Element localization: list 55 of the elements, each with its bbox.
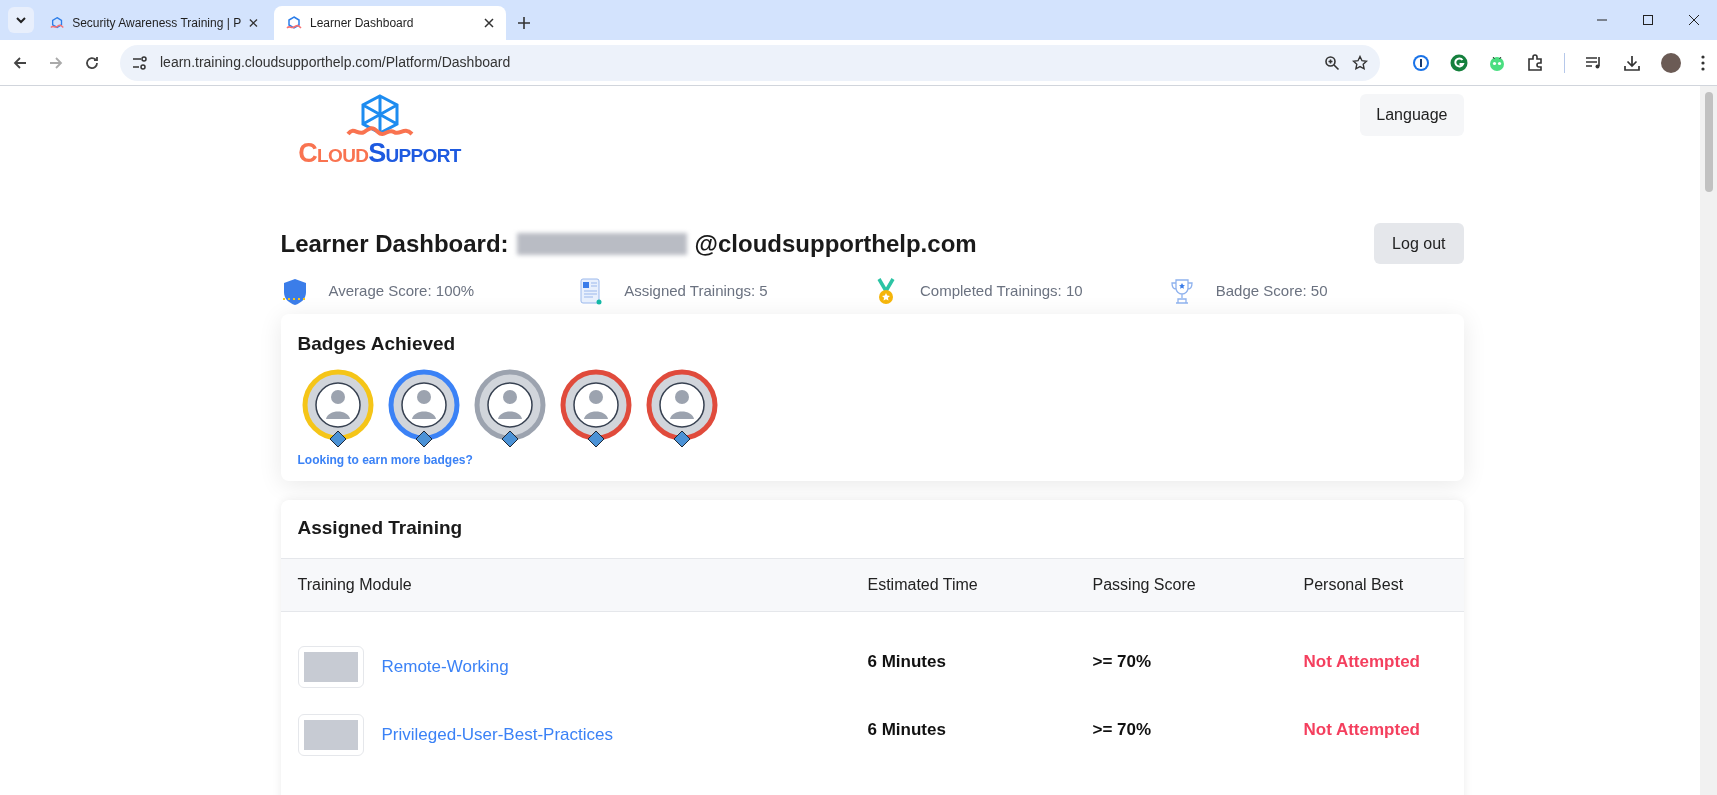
- estimated-time: 6 Minutes: [867, 718, 947, 741]
- module-link[interactable]: Remote-Working: [381, 653, 509, 680]
- column-header: Estimated Time: [867, 574, 979, 595]
- browser-tab[interactable]: Security Awareness Training | P: [38, 6, 270, 40]
- column-header: Training Module: [297, 574, 413, 595]
- chevron-down-icon: [15, 14, 27, 26]
- stat-label: Assigned Trainings: 5: [624, 280, 768, 301]
- close-icon[interactable]: [1688, 14, 1700, 26]
- dashboard-title: Learner Dashboard:: [280, 228, 509, 259]
- earn-badges-link[interactable]: Looking to earn more badges?: [297, 450, 1447, 469]
- badges-title: Badges Achieved: [297, 332, 457, 356]
- new-tab-icon[interactable]: [518, 17, 530, 29]
- reload-icon[interactable]: [84, 54, 100, 71]
- site-favicon-icon: [286, 16, 302, 30]
- estimated-time: 6 Minutes: [867, 650, 947, 673]
- scrollbar[interactable]: [1700, 86, 1717, 795]
- stat-label: Average Score: 100%: [328, 280, 475, 301]
- media-queue-icon[interactable]: [1585, 54, 1603, 71]
- password-manager-icon[interactable]: [1412, 53, 1430, 72]
- column-header: Passing Score: [1092, 574, 1197, 595]
- site-favicon-icon: [50, 16, 65, 30]
- personal-best: Not Attempted: [1303, 650, 1421, 673]
- stat-label: Badge Score: 50: [1215, 280, 1328, 301]
- thumbnail-placeholder: [303, 651, 358, 682]
- site-settings-icon[interactable]: [132, 55, 148, 70]
- url-text: learn.training.cloudsupporthelp.com/Platform/Dashboard: [160, 53, 512, 72]
- profile-avatar[interactable]: [1661, 52, 1681, 73]
- shield-icon: [280, 277, 309, 305]
- puzzle-icon[interactable]: [1526, 53, 1544, 72]
- star-icon[interactable]: [1352, 54, 1368, 71]
- cloudsupport-logo[interactable]: CloudSupport: [280, 94, 479, 167]
- thumbnail-placeholder: [303, 719, 358, 750]
- maximize-icon[interactable]: [1642, 14, 1654, 26]
- module-link[interactable]: Privileged-User-Best-Practices: [381, 721, 613, 748]
- column-header: Personal Best: [1303, 574, 1405, 595]
- address-bar[interactable]: learn.training.cloudsupporthelp.com/Platform/Dashboard: [120, 44, 1380, 81]
- browser-tab[interactable]: Learner Dashboard: [274, 6, 506, 40]
- close-icon[interactable]: [484, 18, 494, 28]
- assigned-training-title: Assigned Training: [280, 499, 1464, 559]
- tab-search-button[interactable]: [8, 7, 34, 33]
- passing-score: >= 70%: [1092, 718, 1153, 741]
- stat-label: Completed Trainings: 10: [920, 280, 1083, 301]
- personal-best: Not Attempted: [1303, 718, 1421, 741]
- tab-title: Learner Dashboard: [310, 15, 415, 32]
- grammar-icon[interactable]: [1450, 53, 1468, 72]
- logout-button[interactable]: Log out: [1374, 223, 1464, 264]
- close-icon[interactable]: [249, 18, 258, 28]
- language-button[interactable]: Language: [1360, 94, 1464, 136]
- back-icon[interactable]: [12, 54, 28, 71]
- tab-title: Security Awareness Training | P: [72, 15, 242, 32]
- email-domain: @cloudsupporthelp.com: [694, 228, 977, 259]
- download-icon[interactable]: [1623, 53, 1641, 72]
- menu-icon[interactable]: [1701, 54, 1705, 71]
- zoom-icon[interactable]: [1324, 54, 1340, 71]
- passing-score: >= 70%: [1092, 650, 1153, 673]
